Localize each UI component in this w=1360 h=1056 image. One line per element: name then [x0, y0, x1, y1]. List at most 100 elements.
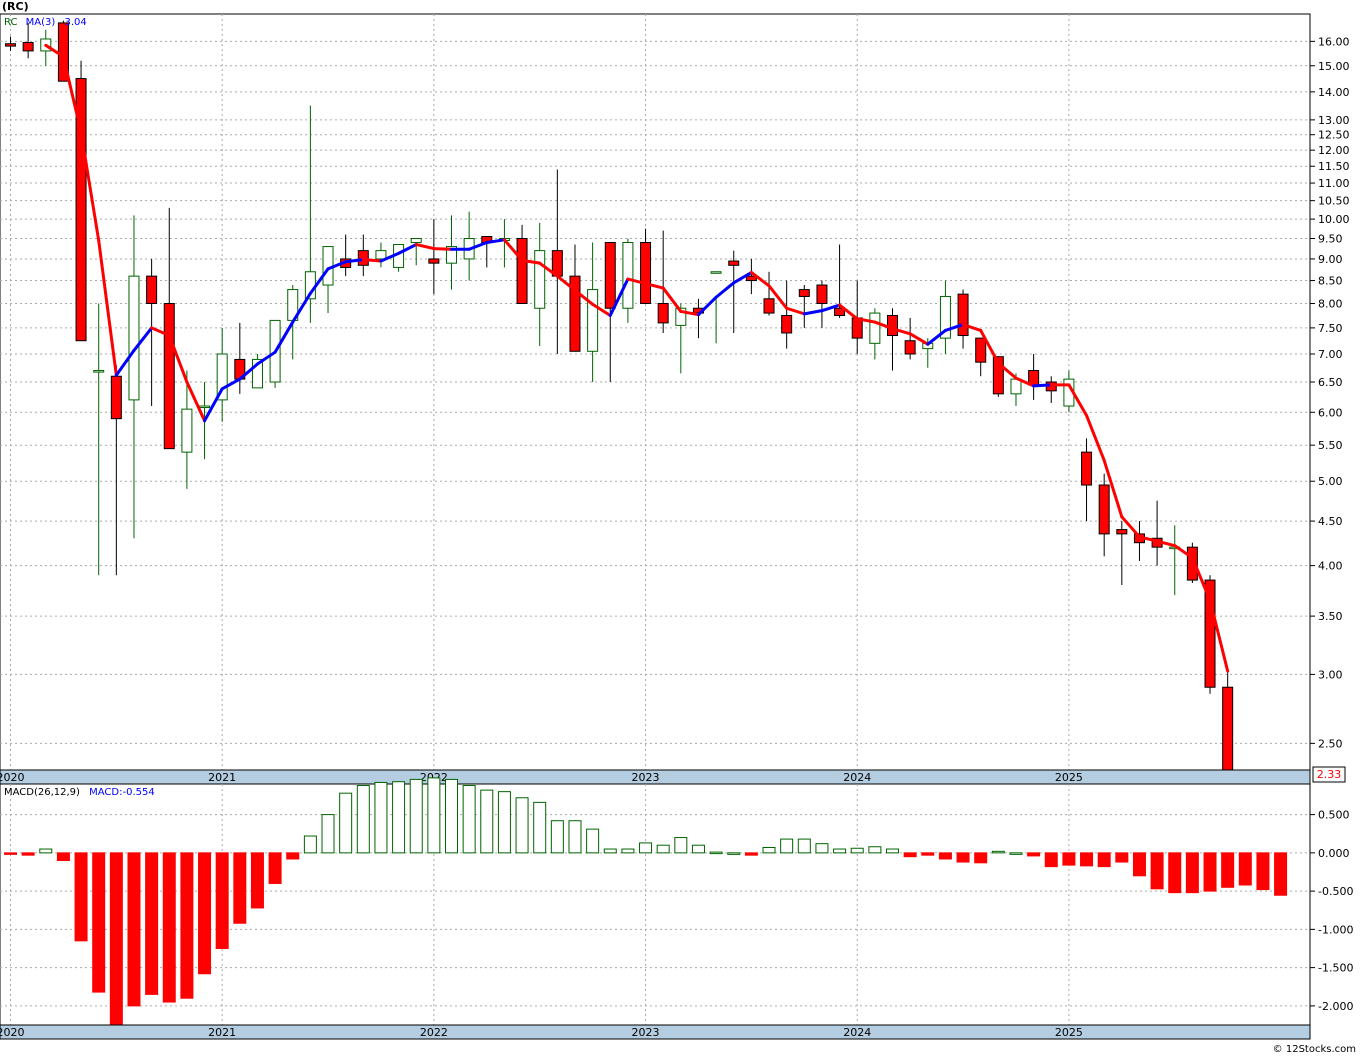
candle [393, 244, 405, 272]
macd-bar [850, 847, 864, 854]
year-label: 2021 [208, 1026, 236, 1039]
macd-bar [533, 801, 547, 854]
macd-bar [409, 778, 423, 854]
macd-bar [445, 778, 458, 854]
candle-body [22, 42, 34, 52]
price-legend-ma: MA(3) [26, 17, 56, 28]
macd-bar [674, 837, 688, 854]
macd-bar [550, 820, 564, 854]
macd-bar [109, 852, 123, 1026]
candle-body [199, 405, 211, 409]
macd-bar [515, 797, 529, 854]
macd-bar [74, 852, 88, 942]
macd-bar [903, 852, 917, 858]
candle-body [357, 250, 369, 266]
macd-bar [1221, 852, 1235, 888]
macd-tick-label: -1.500 [1318, 962, 1353, 975]
macd-bar [744, 852, 758, 856]
candle-body [146, 275, 158, 304]
candle-body [1098, 484, 1110, 535]
price-tick-label: 9.00 [1318, 253, 1343, 266]
macd-y-axis: -2.000 -1.500 -1.000 -0.500 0.000 0.500 [1310, 809, 1353, 1013]
price-legend-symbol: RC [4, 17, 17, 28]
candle-body [1081, 451, 1093, 486]
price-tick-label: 8.50 [1318, 275, 1343, 288]
macd-bar [374, 781, 388, 854]
price-tick-label: 15.00 [1318, 60, 1350, 73]
ma-segment [1032, 383, 1053, 388]
macd-bar [198, 852, 212, 975]
year-label: 2024 [843, 1026, 871, 1039]
year-label: 2024 [843, 771, 871, 784]
macd-bar [1185, 852, 1199, 894]
macd-bar [1027, 852, 1041, 857]
candle-body [375, 250, 387, 260]
candle-body [816, 284, 828, 304]
macd-bar [568, 820, 582, 854]
ma-segment [361, 258, 383, 263]
price-y-axis: 2.50 3.00 3.50 4.00 4.50 5.00 5.50 6.00 6.50 7.00… [1310, 35, 1350, 750]
price-tick-label: 10.00 [1318, 213, 1350, 226]
stock-chart: 2.50 3.00 3.50 4.00 4.50 5.00 5.50 6.00 6.50 7.00… [0, 0, 1356, 1055]
candle-body [604, 241, 616, 309]
chart-title: (RC) [2, 0, 29, 13]
macd-bar [621, 848, 635, 854]
macd-bar [868, 846, 882, 854]
price-tick-label: 5.00 [1318, 475, 1343, 488]
macd-bar [1044, 852, 1058, 868]
macd-bar [656, 844, 670, 854]
macd-bar [1080, 852, 1094, 867]
macd-bar [56, 852, 70, 862]
candle [75, 60, 87, 342]
macd-bar [691, 844, 705, 854]
candle-body [1222, 686, 1234, 771]
macd-bar [303, 835, 317, 854]
candle-body [798, 289, 810, 297]
candle-body [93, 370, 105, 373]
macd-bar [392, 781, 406, 854]
macd-tick-label: -0.500 [1318, 885, 1353, 898]
macd-bar [180, 852, 194, 999]
candle-body [410, 237, 422, 243]
macd-bar [921, 852, 935, 856]
candle-body [110, 375, 122, 420]
macd-bar [480, 789, 494, 854]
macd-bar [321, 814, 335, 854]
macd-bar [462, 785, 476, 854]
macd-bar [762, 847, 776, 854]
macd-legend-name: MACD(26,12,9) [4, 787, 80, 798]
year-label: 2021 [208, 771, 236, 784]
price-panel-frame [0, 13, 1311, 771]
price-tick-label: 12.50 [1318, 129, 1350, 142]
candle-body [781, 314, 793, 334]
macd-bar [815, 843, 829, 854]
macd-tick-label: -2.000 [1318, 1000, 1353, 1013]
macd-tick-label: -1.000 [1318, 923, 1353, 936]
candle-body [622, 241, 634, 309]
price-legend-ma-value: 3.04 [64, 17, 86, 28]
macd-bar [427, 777, 441, 854]
macd-bar [603, 848, 617, 854]
price-tick-label: 13.00 [1318, 114, 1350, 127]
ma-segment [344, 258, 365, 264]
macd-tick-label: 0.500 [1318, 809, 1350, 822]
candle-body [869, 312, 881, 344]
candle-body [975, 337, 987, 363]
candle-body [904, 340, 916, 355]
candle-body [710, 271, 722, 274]
macd-panel-frame [0, 783, 1311, 1026]
macd-bar [586, 828, 600, 854]
price-tick-label: 7.50 [1318, 322, 1343, 335]
ma-segment [432, 247, 453, 251]
candle-body [5, 43, 16, 47]
macd-bar [780, 838, 794, 854]
macd-bar [339, 792, 353, 854]
macd-bar [1274, 852, 1288, 896]
macd-bar [727, 852, 741, 855]
macd-bar [215, 852, 229, 949]
candle-body [163, 302, 175, 450]
year-label: 2023 [632, 1026, 660, 1039]
macd-bar [162, 852, 176, 1003]
price-tick-label: 7.00 [1318, 348, 1343, 361]
macd-bar [233, 852, 247, 924]
